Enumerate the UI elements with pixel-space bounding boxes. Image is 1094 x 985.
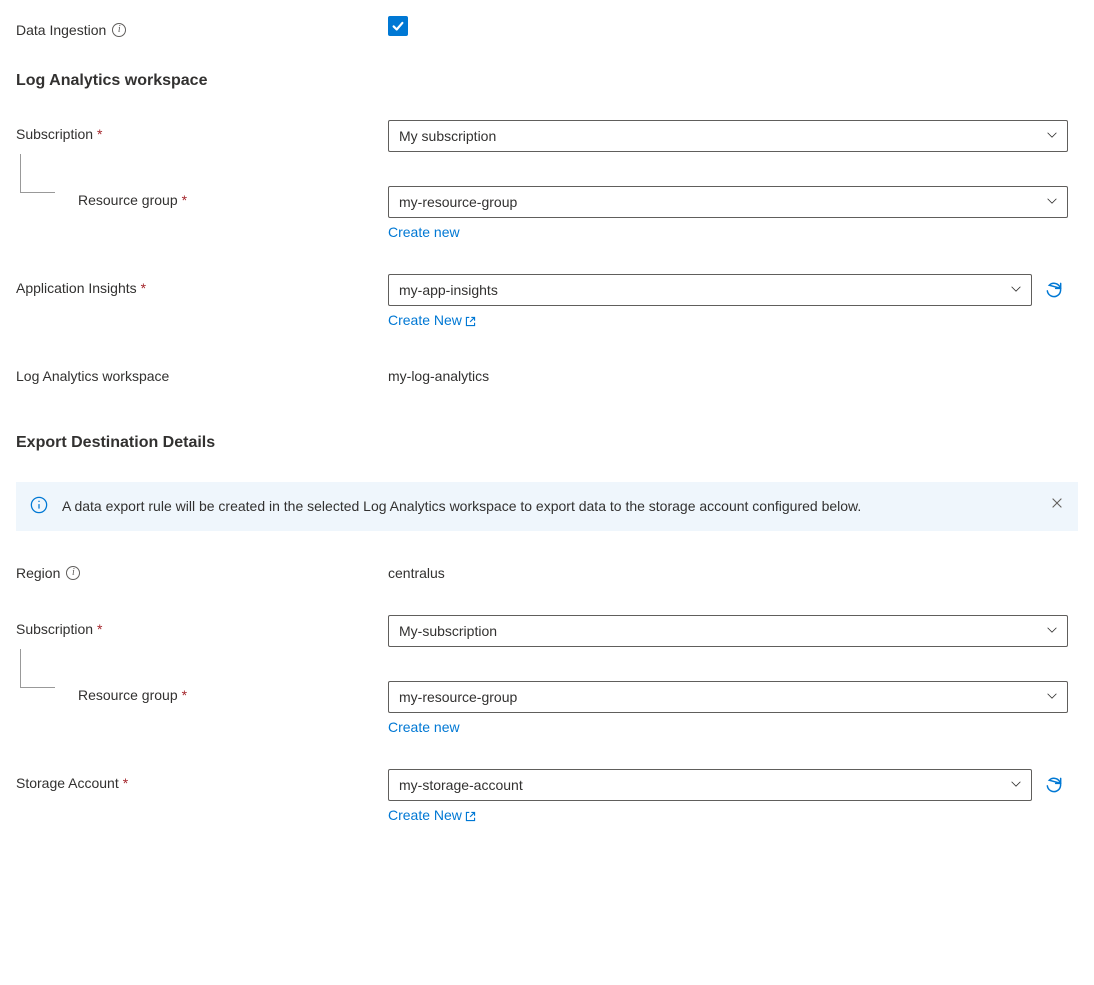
chevron-down-icon bbox=[1045, 623, 1059, 640]
info-banner: A data export rule will be created in th… bbox=[16, 482, 1078, 531]
create-new-resource-group-link[interactable]: Create new bbox=[388, 224, 460, 240]
storage-account-label: Storage Account bbox=[16, 775, 119, 791]
external-link-icon bbox=[464, 807, 477, 823]
subscription-select[interactable]: My subscription bbox=[388, 120, 1068, 152]
chevron-down-icon bbox=[1009, 282, 1023, 299]
export-subscription-value: My-subscription bbox=[399, 623, 497, 639]
resource-group-select[interactable]: my-resource-group bbox=[388, 186, 1068, 218]
log-analytics-value: my-log-analytics bbox=[388, 362, 1068, 384]
external-link-icon bbox=[464, 312, 477, 328]
create-new-storage-account-link[interactable]: Create New bbox=[388, 807, 477, 823]
storage-account-select[interactable]: my-storage-account bbox=[388, 769, 1032, 801]
tree-connector bbox=[20, 649, 55, 688]
tree-connector bbox=[20, 154, 55, 193]
refresh-app-insights-button[interactable] bbox=[1040, 276, 1068, 304]
app-insights-value: my-app-insights bbox=[399, 282, 498, 298]
log-analytics-section-heading: Log Analytics workspace bbox=[16, 72, 1078, 90]
chevron-down-icon bbox=[1045, 194, 1059, 211]
data-ingestion-checkbox[interactable] bbox=[388, 16, 408, 36]
storage-account-value: my-storage-account bbox=[399, 777, 523, 793]
create-new-storage-account-text: Create New bbox=[388, 807, 462, 823]
region-label: Region bbox=[16, 565, 60, 581]
refresh-storage-account-button[interactable] bbox=[1040, 771, 1068, 799]
info-icon[interactable]: i bbox=[112, 23, 126, 37]
required-marker: * bbox=[123, 775, 128, 791]
app-insights-select[interactable]: my-app-insights bbox=[388, 274, 1032, 306]
log-analytics-label: Log Analytics workspace bbox=[16, 368, 169, 384]
export-subscription-label: Subscription bbox=[16, 621, 93, 637]
info-icon[interactable]: i bbox=[66, 566, 80, 580]
export-resource-group-label: Resource group bbox=[78, 687, 178, 703]
info-banner-text: A data export rule will be created in th… bbox=[62, 496, 1036, 517]
export-subscription-select[interactable]: My-subscription bbox=[388, 615, 1068, 647]
subscription-value: My subscription bbox=[399, 128, 496, 144]
app-insights-label: Application Insights bbox=[16, 280, 137, 296]
create-new-export-resource-group-link[interactable]: Create new bbox=[388, 719, 460, 735]
chevron-down-icon bbox=[1045, 128, 1059, 145]
required-marker: * bbox=[182, 687, 187, 703]
create-new-app-insights-text: Create New bbox=[388, 312, 462, 328]
data-ingestion-label: Data Ingestion bbox=[16, 22, 106, 38]
info-icon bbox=[30, 496, 48, 517]
subscription-label: Subscription bbox=[16, 126, 93, 142]
resource-group-label: Resource group bbox=[78, 192, 178, 208]
required-marker: * bbox=[141, 280, 146, 296]
required-marker: * bbox=[97, 621, 102, 637]
required-marker: * bbox=[182, 192, 187, 208]
required-marker: * bbox=[97, 126, 102, 142]
chevron-down-icon bbox=[1045, 689, 1059, 706]
chevron-down-icon bbox=[1009, 777, 1023, 794]
region-value: centralus bbox=[388, 559, 1068, 581]
export-destination-heading: Export Destination Details bbox=[16, 434, 1078, 452]
export-resource-group-value: my-resource-group bbox=[399, 689, 517, 705]
resource-group-value: my-resource-group bbox=[399, 194, 517, 210]
export-resource-group-select[interactable]: my-resource-group bbox=[388, 681, 1068, 713]
close-banner-button[interactable] bbox=[1050, 496, 1064, 513]
create-new-app-insights-link[interactable]: Create New bbox=[388, 312, 477, 328]
